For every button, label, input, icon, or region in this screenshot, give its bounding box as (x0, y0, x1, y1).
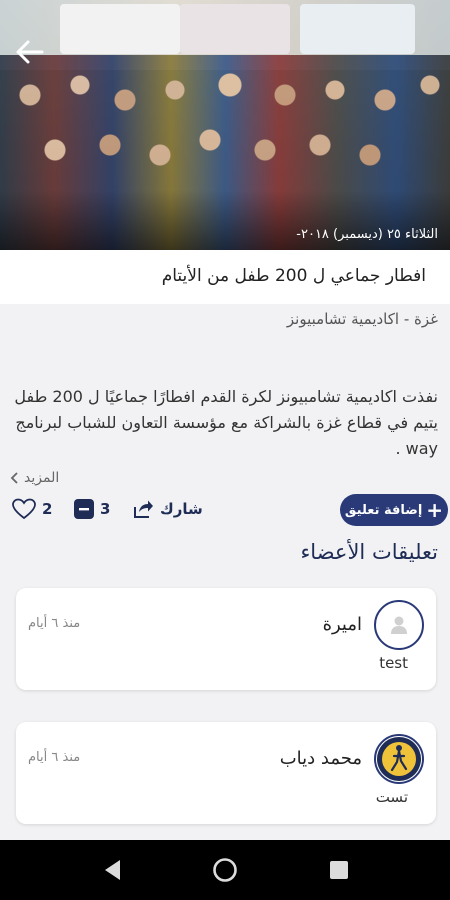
post-hero-image: -الثلاثاء ٢٥ (ديسمبر) ٢٠١٨ (0, 0, 450, 250)
club-logo-icon (374, 734, 424, 784)
more-link[interactable]: المزيد (10, 470, 59, 486)
post-actions: 2 3 شارك إضافة تعليق + (0, 494, 450, 526)
system-navigation-bar (0, 840, 450, 900)
comments-section-title: تعليقات الأعضاء (300, 540, 438, 564)
nav-recent-apps-icon[interactable] (326, 857, 352, 883)
chevron-left-icon (10, 472, 18, 484)
more-label: المزيد (24, 470, 60, 486)
hero-banner (300, 4, 415, 54)
post-title: افطار جماعي ل 200 طفل من الأيتام (161, 266, 426, 286)
comment-box-icon (74, 499, 94, 519)
hero-banner (180, 4, 290, 54)
hero-banner (60, 4, 180, 54)
post-title-band: افطار جماعي ل 200 طفل من الأيتام (0, 250, 450, 304)
heart-icon (12, 498, 36, 520)
comment-text: تست (375, 788, 408, 806)
comment-card: محمد دياب منذ ٦ أيام تست (16, 722, 436, 824)
comment-author: محمد دياب (279, 748, 362, 769)
post-body: نفذت اكاديمية تشامبيونز لكرة القدم افطار… (14, 387, 438, 458)
back-arrow-icon[interactable] (12, 34, 48, 70)
comment-author: اميرة (322, 614, 362, 635)
like-button[interactable]: 2 (12, 494, 52, 524)
comment-time: منذ ٦ أيام (28, 750, 81, 765)
add-comment-label: إضافة تعليق (344, 502, 423, 518)
nav-back-icon[interactable] (100, 857, 126, 883)
share-button[interactable]: شارك (132, 494, 203, 524)
nav-home-icon[interactable] (212, 857, 238, 883)
comments-count: 3 (100, 500, 111, 518)
share-icon (134, 500, 153, 518)
comment-text: test (379, 654, 408, 672)
post-date: -الثلاثاء ٢٥ (ديسمبر) ٢٠١٨ (296, 227, 438, 242)
post-source: غزة - اكاديمية تشامبيونز (286, 310, 438, 328)
comment-card: اميرة منذ ٦ أيام test (16, 588, 436, 690)
user-placeholder-icon (374, 600, 424, 650)
likes-count: 2 (42, 500, 53, 518)
plus-icon: + (426, 498, 444, 522)
comment-time: منذ ٦ أيام (28, 616, 81, 631)
add-comment-button[interactable]: إضافة تعليق + (340, 494, 448, 526)
share-label: شارك (160, 500, 203, 518)
comments-button[interactable]: 3 (74, 494, 110, 524)
